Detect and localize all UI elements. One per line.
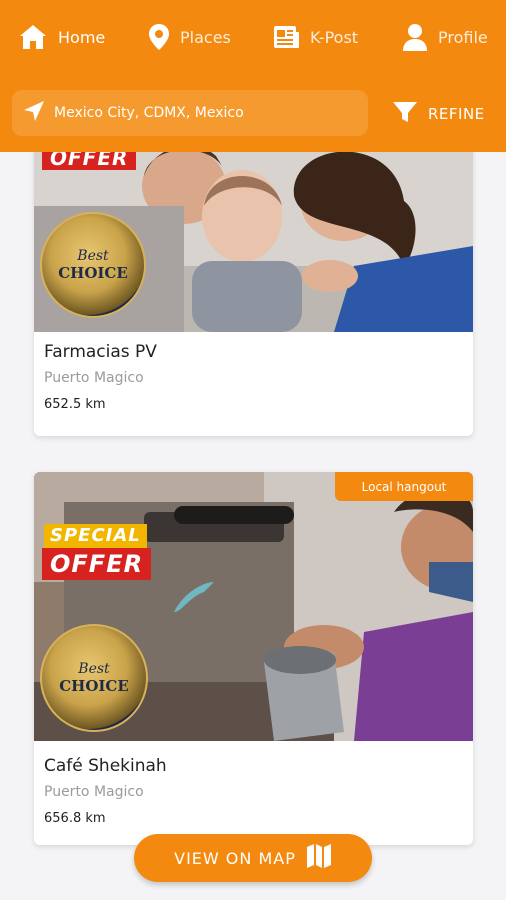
place-subtitle: Puerto Magico xyxy=(44,370,144,386)
seal-text-bottom: CHOICE xyxy=(58,264,128,282)
offer-label: OFFER xyxy=(42,548,152,580)
location-field[interactable]: Mexico City, CDMX, Mexico xyxy=(12,90,368,136)
nav-profile-label: Profile xyxy=(438,27,488,47)
place-title: Café Shekinah xyxy=(44,756,167,776)
nav-places-label: Places xyxy=(180,27,231,47)
location-text: Mexico City, CDMX, Mexico xyxy=(54,105,244,121)
best-choice-seal: Best CHOICE xyxy=(40,624,148,732)
place-card[interactable]: OFFER Best CHOICE Farmacias PV Puerto Ma… xyxy=(34,152,473,436)
place-subtitle: Puerto Magico xyxy=(44,784,144,800)
navigation-arrow-icon xyxy=(22,99,46,127)
places-list[interactable]: OFFER Best CHOICE Farmacias PV Puerto Ma… xyxy=(0,152,506,900)
nav-kpost[interactable]: K-Post xyxy=(272,20,358,54)
nav-home[interactable]: Home xyxy=(18,20,105,54)
home-icon xyxy=(18,22,48,52)
view-on-map-label: VIEW ON MAP xyxy=(174,848,296,868)
place-distance: 656.8 km xyxy=(44,811,106,826)
view-on-map-button[interactable]: VIEW ON MAP xyxy=(134,834,372,882)
user-icon xyxy=(402,23,428,51)
news-icon xyxy=(272,23,300,51)
refine-button[interactable]: REFINE xyxy=(392,98,485,130)
nav-profile[interactable]: Profile xyxy=(402,20,488,54)
place-distance: 652.5 km xyxy=(44,397,106,412)
map-icon xyxy=(306,843,332,873)
nav-kpost-label: K-Post xyxy=(310,27,359,47)
place-title: Farmacias PV xyxy=(44,342,157,362)
refine-label: REFINE xyxy=(428,105,485,123)
best-choice-seal: Best CHOICE xyxy=(40,212,146,318)
special-label: SPECIAL xyxy=(44,524,147,548)
local-hangout-badge: Local hangout xyxy=(335,472,473,501)
place-card-image: OFFER Best CHOICE xyxy=(34,152,473,332)
top-header: Home Places K-Post Profile Mexico City, … xyxy=(0,0,506,152)
nav-home-label: Home xyxy=(58,27,106,47)
nav-places[interactable]: Places xyxy=(148,20,231,54)
map-pin-icon xyxy=(148,23,170,51)
seal-text-top: Best xyxy=(77,248,109,264)
offer-label: OFFER xyxy=(42,152,137,170)
top-nav: Home Places K-Post Profile xyxy=(0,0,506,74)
seal-text-top: Best xyxy=(78,661,110,677)
place-card[interactable]: SPECIAL OFFER Best CHOICE Local hangout … xyxy=(34,472,473,845)
seal-text-bottom: CHOICE xyxy=(59,677,129,695)
place-card-image: SPECIAL OFFER Best CHOICE Local hangout xyxy=(34,472,473,741)
filter-icon xyxy=(392,100,418,128)
